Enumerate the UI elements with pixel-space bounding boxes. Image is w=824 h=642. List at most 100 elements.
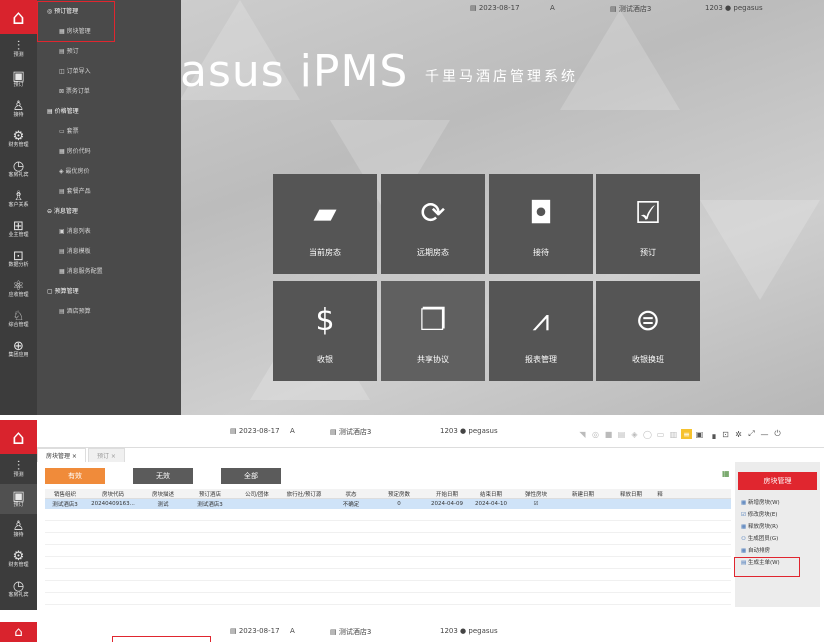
rail-item-label: 业主管理: [8, 231, 29, 238]
column-header[interactable]: 释: [655, 490, 665, 498]
table-row[interactable]: 测试酒店3 20240409163... 测试 测试酒店3 不确定 0 2024-04-09…: [45, 499, 731, 509]
menu-item[interactable]: ⊠ 票务订单: [59, 86, 90, 95]
filter-button[interactable]: 无效: [133, 468, 193, 484]
rail-item[interactable]: ⌂: [0, 420, 37, 454]
lock-icon[interactable]: ⊡: [720, 429, 731, 439]
guest-service-icon: ◷: [12, 158, 25, 174]
column-header[interactable]: 弹性房块: [513, 490, 559, 498]
rail-item-label: 集团应用: [8, 351, 29, 358]
column-header[interactable]: 新建日期: [559, 490, 607, 498]
rail-item[interactable]: ⊕ 集团应用: [0, 334, 37, 364]
column-header[interactable]: 预订酒店: [185, 490, 235, 498]
rail-item[interactable]: ▣ 预订: [0, 484, 37, 514]
dashboard-tile[interactable]: ⩘ 报表管理: [489, 281, 593, 381]
toolbar-icon[interactable]: ▭: [655, 429, 666, 439]
menu-item[interactable]: ▦ 消息服务配置: [59, 266, 103, 275]
dashboard-tile[interactable]: ☑ 预订: [596, 174, 700, 274]
menu-item[interactable]: ▤ 套餐产品: [59, 186, 91, 195]
column-header[interactable]: 状态: [329, 490, 373, 498]
action-label: 修改房块(E): [747, 512, 778, 518]
chat-icon[interactable]: ▣: [694, 429, 705, 439]
hotel-display[interactable]: ▤ 测试酒店3: [330, 427, 371, 437]
dashboard-tile[interactable]: ▰ 当前房态: [273, 174, 377, 274]
filter-button[interactable]: 有效: [45, 468, 105, 484]
rail-item[interactable]: ⚙ 财务管理: [0, 544, 37, 574]
toolbar-icon[interactable]: ▥: [668, 429, 679, 439]
rail-item[interactable]: ♙ 接待: [0, 94, 37, 124]
hotel-display[interactable]: ▤ 测试酒店3: [330, 627, 371, 637]
rail-item[interactable]: ◷ 客房礼宾: [0, 574, 37, 604]
rail-item[interactable]: ⌂: [0, 0, 37, 34]
user-display[interactable]: 1203 ● pegasus: [440, 627, 498, 635]
panel-action[interactable]: ▦ 释放房块(R): [735, 520, 820, 532]
rail-item[interactable]: ♗ 客户关系: [0, 184, 37, 214]
rail-item[interactable]: ▣ 预订: [0, 64, 37, 94]
signal-icon[interactable]: ▗: [707, 429, 718, 439]
toolbar-icon[interactable]: ◎: [590, 429, 601, 439]
rail-item[interactable]: ⚙ 财务管理: [0, 124, 37, 154]
panel-action[interactable]: ⚇ 生成团员(G): [735, 532, 820, 544]
menu-item[interactable]: ▭ 套票: [59, 126, 79, 135]
rail-item[interactable]: ⊞ 业主管理: [0, 214, 37, 244]
column-header[interactable]: 预定房数: [373, 490, 425, 498]
toolbar-icon[interactable]: ◈: [629, 429, 640, 439]
menu-item[interactable]: ▣ 消息列表: [59, 226, 91, 235]
excel-icon[interactable]: ▦: [722, 469, 730, 478]
user-display[interactable]: 1203 ● pegasus: [440, 427, 498, 435]
toolbar-icon[interactable]: ■: [603, 429, 614, 439]
rail-item[interactable]: ◷ 客房礼宾: [0, 154, 37, 184]
menu-group[interactable]: ▢ 预算管理: [47, 286, 79, 295]
filter-button[interactable]: 全部: [221, 468, 281, 484]
minimize-icon[interactable]: —: [759, 429, 770, 439]
rail-item[interactable]: ⫶ 预测: [0, 454, 37, 484]
menu-group[interactable]: ▤ 价格管理: [47, 106, 79, 115]
menu-item[interactable]: ▤ 酒店预算: [59, 306, 91, 315]
user-display[interactable]: 1203 ● pegasus: [705, 4, 763, 12]
column-header[interactable]: 结束日期: [469, 490, 513, 498]
home-icon[interactable]: ⌂: [0, 622, 37, 642]
column-header[interactable]: 销售组织: [45, 490, 85, 498]
dashboard-tile[interactable]: $ 收银: [273, 281, 377, 381]
panel-action[interactable]: ▦ 新增房块(W): [735, 496, 820, 508]
panel-action[interactable]: ☑ 修改房块(E): [735, 508, 820, 520]
menu-item[interactable]: ▤ 消息模板: [59, 246, 91, 255]
rail-item[interactable]: ⚛ 应收管理: [0, 274, 37, 304]
column-header[interactable]: 释放日期: [607, 490, 655, 498]
menu-item[interactable]: ◫ 订单导入: [59, 66, 91, 75]
rail-item-label: 接待: [13, 531, 24, 538]
toolbar-icon[interactable]: ▤: [616, 429, 627, 439]
toolbar-icon[interactable]: ◥: [577, 429, 588, 439]
hotel-display[interactable]: ▤ 测试酒店3: [610, 4, 651, 14]
power-icon[interactable]: ⏻: [772, 429, 783, 439]
tile-label: 预订: [640, 247, 656, 257]
panel-action[interactable]: ▦ 自动排房: [735, 544, 820, 556]
table-cell: 测试酒店3: [52, 502, 78, 508]
action-icon: ▦: [741, 548, 748, 554]
tab-item[interactable]: 预订 ×: [87, 448, 125, 462]
rail-item[interactable]: ♙ 接待: [0, 514, 37, 544]
notes-icon[interactable]: ≡: [681, 429, 692, 439]
menu-item[interactable]: ▤ 预订: [59, 46, 79, 55]
column-header[interactable]: 公司/团体: [235, 490, 279, 498]
rail-item[interactable]: ⊡ 数据分析: [0, 244, 37, 274]
rail-item-label: 应收管理: [8, 291, 29, 298]
tab-item[interactable]: 房块管理 ×: [37, 448, 86, 462]
dashboard-tile[interactable]: ◘ 接待: [489, 174, 593, 274]
gear-icon[interactable]: ✲: [733, 429, 744, 439]
toolbar-icon[interactable]: ◯: [642, 429, 653, 439]
column-header[interactable]: 房块代码: [85, 490, 141, 498]
group-icon: ⊕: [13, 338, 24, 354]
menu-item[interactable]: ▦ 房价代码: [59, 146, 91, 155]
column-header[interactable]: 旅行社/预订源: [279, 490, 329, 498]
guest-service-icon: ◷: [12, 578, 25, 594]
expand-icon[interactable]: ⤢: [746, 429, 757, 439]
rail-item[interactable]: ⫶ 预测: [0, 34, 37, 64]
menu-group[interactable]: ⊖ 消息管理: [47, 206, 78, 215]
rail-item[interactable]: ♘ 综合管理: [0, 304, 37, 334]
dashboard-tile[interactable]: ⟳ 远期房态: [381, 174, 485, 274]
column-header[interactable]: 开始日期: [425, 490, 469, 498]
dashboard-tile[interactable]: ❐ 共享协议: [381, 281, 485, 381]
column-header[interactable]: 房块描述: [141, 490, 185, 498]
menu-item[interactable]: ◈ 最优房价: [59, 166, 90, 175]
dashboard-tile[interactable]: ⊜ 收银换班: [596, 281, 700, 381]
